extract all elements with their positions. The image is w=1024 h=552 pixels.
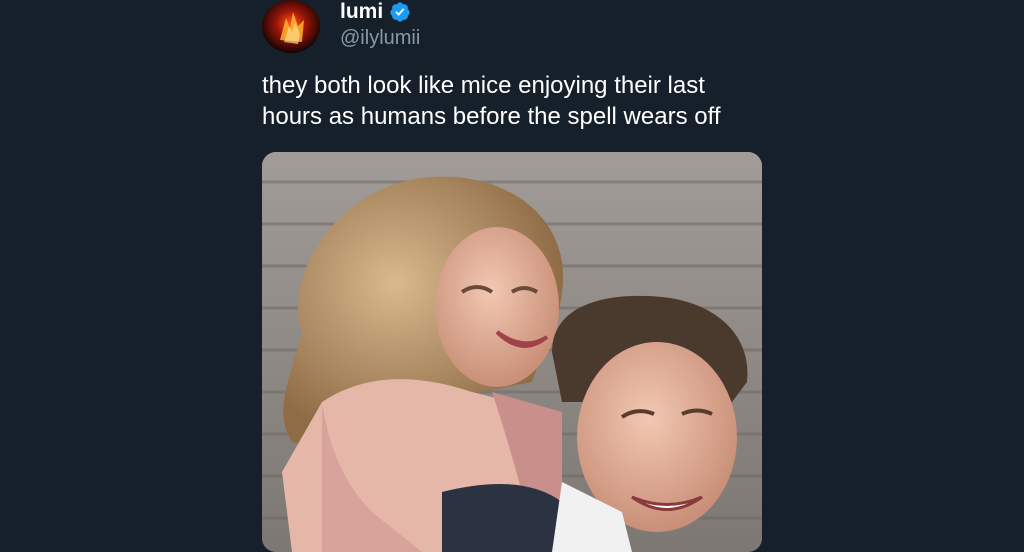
avatar[interactable] — [262, 0, 320, 53]
tweet-text-line-1: they both look like mice enjoying their … — [262, 72, 705, 99]
display-name[interactable]: lumi — [340, 0, 383, 24]
tweet-text: they both look like mice enjoying their … — [262, 70, 762, 132]
tweet-media[interactable] — [262, 152, 762, 552]
photo-image — [262, 152, 762, 552]
tweet-text-line-2: hours as humans before the spell wears o… — [262, 103, 721, 130]
tweet: lumi @ilylumii they both look like mice … — [262, 0, 762, 552]
name-row: lumi — [340, 0, 420, 24]
verified-badge-icon — [390, 2, 410, 22]
author-handle[interactable]: @ilylumii — [340, 26, 420, 50]
avatar-image — [262, 0, 320, 53]
author-block: lumi @ilylumii — [340, 0, 420, 50]
